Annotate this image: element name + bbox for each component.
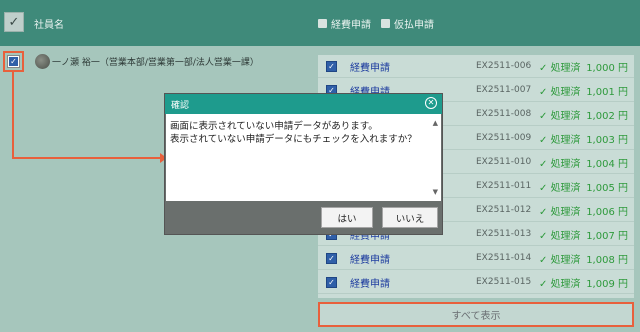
request-code: EX2511-010 [476,157,532,167]
dialog-message: 画面に表示されていない申請データがあります。 表示されていない申請データにもチェ… [166,114,441,201]
list-header: ✓ 社員名 経費申請 仮払申請 [0,0,640,46]
legend: 経費申請 仮払申請 [318,16,434,31]
request-code: EX2511-007 [476,85,532,95]
status-text: 処理済 [550,182,581,194]
status-badge: ✓ 処理済 [539,155,581,170]
request-code: EX2511-011 [476,181,532,191]
status-badge: ✓ 処理済 [539,59,581,74]
scroll-down-icon[interactable]: ▼ [433,186,438,199]
row-checkbox[interactable]: ✓ [326,277,337,288]
request-row[interactable]: ✓ 経費申請 EX2511-015 ✓ 処理済 1,009 円 [318,271,634,294]
dialog-title-bar: 確認 ✕ [165,94,442,114]
amount: 1,003 円 [586,134,628,146]
dialog-message-line: 表示されていない申請データにもチェックを入れますか？ [170,134,417,145]
checkmark-icon: ✓ [539,230,551,242]
confirm-dialog: 確認 ✕ 画面に表示されていない申請データがあります。 表示されていない申請デー… [164,93,443,235]
request-code: EX2511-012 [476,205,532,215]
status-text: 処理済 [550,254,581,266]
request-code: EX2511-014 [476,253,532,263]
connector-line [12,157,162,159]
status-text: 処理済 [550,86,581,98]
request-code: EX2511-006 [476,61,532,71]
request-type-link[interactable]: 経費申請 [350,275,390,290]
close-icon[interactable]: ✕ [425,97,437,109]
request-type-link[interactable]: 経費申請 [350,251,390,266]
request-type-link[interactable]: 経費申請 [350,59,390,74]
amount: 1,004 円 [586,158,628,170]
checkmark-icon: ✓ [539,158,551,170]
status-badge: ✓ 処理済 [539,251,581,266]
amount: 1,001 円 [586,86,628,98]
amount: 1,005 円 [586,182,628,194]
status-text: 処理済 [550,134,581,146]
amount: 1,008 円 [586,254,628,266]
yes-button[interactable]: はい [321,207,373,228]
amount: 1,002 円 [586,110,628,122]
checkmark-icon: ✓ [539,86,551,98]
legend-label: 経費申請 [331,20,371,31]
status-text: 処理済 [550,230,581,242]
status-text: 処理済 [550,158,581,170]
check-icon: ✓ [9,57,18,66]
amount: 1,009 円 [586,278,628,290]
amount: 1,007 円 [586,230,628,242]
legend-item-advance: 仮払申請 [381,16,434,31]
select-all-checkbox[interactable]: ✓ [4,12,24,32]
checkmark-icon: ✓ [539,110,551,122]
scroll-up-icon[interactable]: ▲ [433,117,438,130]
status-badge: ✓ 処理済 [539,227,581,242]
checkmark-icon: ✓ [539,182,551,194]
status-text: 処理済 [550,206,581,218]
row-checkbox[interactable]: ✓ [326,253,337,264]
checkmark-icon: ✓ [539,134,551,146]
amount: 1,006 円 [586,206,628,218]
show-all-button[interactable]: すべて表示 [318,302,634,327]
request-row[interactable]: ✓ 経費申請 EX2511-006 ✓ 処理済 1,000 円 [318,55,634,78]
legend-swatch [318,19,327,28]
status-badge: ✓ 処理済 [539,203,581,218]
no-button[interactable]: いいえ [382,207,438,228]
dialog-message-line: 画面に表示されていない申請データがあります。 [170,121,378,132]
request-code: EX2511-013 [476,229,532,239]
connector-line [12,72,14,159]
status-text: 処理済 [550,278,581,290]
legend-swatch [381,19,390,28]
checkmark-icon: ✓ [539,278,551,290]
checkmark-icon: ✓ [539,254,551,266]
request-code: EX2511-009 [476,133,532,143]
employee-name[interactable]: 一ノ瀬 裕一（営業本部/営業第一部/法人営業一課） [52,55,259,68]
status-badge: ✓ 処理済 [539,107,581,122]
employee-column-label: 社員名 [34,20,64,31]
status-badge: ✓ 処理済 [539,131,581,146]
status-text: 処理済 [550,62,581,74]
status-text: 処理済 [550,110,581,122]
status-badge: ✓ 処理済 [539,83,581,98]
request-code: EX2511-015 [476,277,532,287]
request-row[interactable]: ✓ 経費申請 EX2511-014 ✓ 処理済 1,008 円 [318,247,634,270]
amount: 1,000 円 [586,62,628,74]
request-code: EX2511-008 [476,109,532,119]
avatar [35,54,50,69]
dialog-title: 確認 [171,100,190,111]
checkmark-icon: ✓ [539,206,551,218]
status-badge: ✓ 処理済 [539,275,581,290]
employee-checkbox[interactable]: ✓ [7,55,20,68]
legend-item-expense: 経費申請 [318,16,371,31]
checkmark-icon: ✓ [539,62,551,74]
row-checkbox[interactable]: ✓ [326,61,337,72]
status-badge: ✓ 処理済 [539,179,581,194]
legend-label: 仮払申請 [394,20,434,31]
